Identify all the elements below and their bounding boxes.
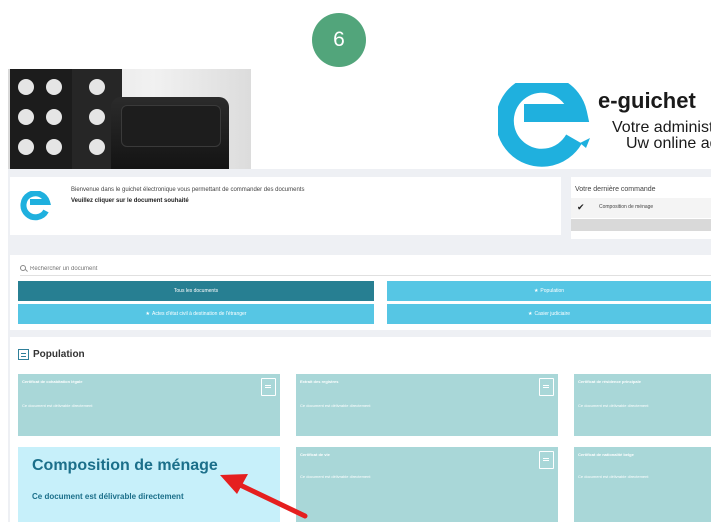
document-subtitle: Ce document est délivrable directement xyxy=(22,403,93,408)
welcome-message: Bienvenue dans le guichet électronique v… xyxy=(71,187,305,193)
filter-population-label: Population xyxy=(540,288,565,294)
filter-casier-button[interactable]: ★ Casier judiciaire xyxy=(387,304,711,324)
document-icon xyxy=(261,378,276,396)
last-order-footer-bar xyxy=(571,219,711,231)
search-input[interactable] xyxy=(20,262,711,276)
check-icon: ✔ xyxy=(577,202,585,212)
document-title: Extrait des registres xyxy=(300,379,339,384)
document-icon xyxy=(539,378,554,396)
document-subtitle: Ce document est délivrable directement xyxy=(578,403,649,408)
population-header: Population xyxy=(18,349,85,360)
filter-casier-label: Casier judiciaire xyxy=(534,311,571,317)
document-card-nationalite-belge[interactable]: Certificat de nationalité belge Ce docum… xyxy=(574,447,711,522)
document-title: Certificat de résidence principale xyxy=(578,379,641,384)
brand-tagline-nl: Uw online ad xyxy=(626,135,711,152)
star-icon: ★ xyxy=(145,311,150,317)
document-subtitle: Ce document est délivrable directement xyxy=(300,403,371,408)
e-guichet-logo xyxy=(498,83,590,167)
filter-all-documents-button[interactable]: Tous les documents xyxy=(18,281,374,301)
brand-name: e-guichet xyxy=(598,88,696,113)
welcome-instruction: Veuillez cliquer sur le document souhait… xyxy=(71,198,189,204)
document-icon xyxy=(539,451,554,469)
pointer-arrow-icon xyxy=(220,474,308,519)
last-order-row[interactable]: ✔ Composition de ménage xyxy=(571,198,711,218)
step-number-badge: 6 xyxy=(312,13,366,67)
welcome-panel: Bienvenue dans le guichet électronique v… xyxy=(10,177,561,235)
document-card-extrait-registres[interactable]: Extrait des registres Ce document est dé… xyxy=(296,374,558,436)
filter-population-button[interactable]: ★ Population xyxy=(387,281,711,301)
population-section: Population Certificat de cohabitation lé… xyxy=(10,337,711,522)
star-icon: ★ xyxy=(527,311,533,317)
search-filter-panel: Tous les documents ★Population ★Actes d'… xyxy=(10,255,711,330)
document-title: Composition de ménage xyxy=(32,457,218,474)
last-order-item: Composition de ménage xyxy=(599,204,654,210)
document-card-certificat-vie[interactable]: Certificat de vie Ce document est délivr… xyxy=(296,447,558,522)
document-subtitle: Ce document est délivrable directement xyxy=(578,474,649,479)
banner-photo xyxy=(8,69,251,169)
filter-etranger-label: Actes d'état civil à destination de l'ét… xyxy=(152,311,247,317)
filter-etranger-button[interactable]: ★ Actes d'état civil à destination de l'é… xyxy=(18,304,374,324)
document-title: Certificat de nationalité belge xyxy=(578,452,634,457)
population-title: Population xyxy=(33,349,85,360)
last-order-panel: Votre dernière commande ✔ Composition de… xyxy=(571,177,711,239)
document-title: Certificat de cohabitation légale xyxy=(22,379,83,384)
card-reader-image xyxy=(111,97,229,169)
star-icon: ★ xyxy=(533,288,539,294)
screenshot-area: e-guichet Votre administr Uw online ad B… xyxy=(8,69,711,522)
last-order-title: Votre dernière commande xyxy=(575,186,656,193)
e-logo-icon xyxy=(20,191,51,221)
header-banner: e-guichet Votre administr Uw online ad xyxy=(8,69,711,169)
document-card-residence-principale[interactable]: Certificat de résidence principale Ce do… xyxy=(574,374,711,436)
domino-image xyxy=(10,69,72,169)
document-subtitle: Ce document est délivrable directement xyxy=(32,492,184,501)
section-list-icon xyxy=(18,349,29,360)
document-card-cohabitation[interactable]: Certificat de cohabitation légale Ce doc… xyxy=(18,374,280,436)
